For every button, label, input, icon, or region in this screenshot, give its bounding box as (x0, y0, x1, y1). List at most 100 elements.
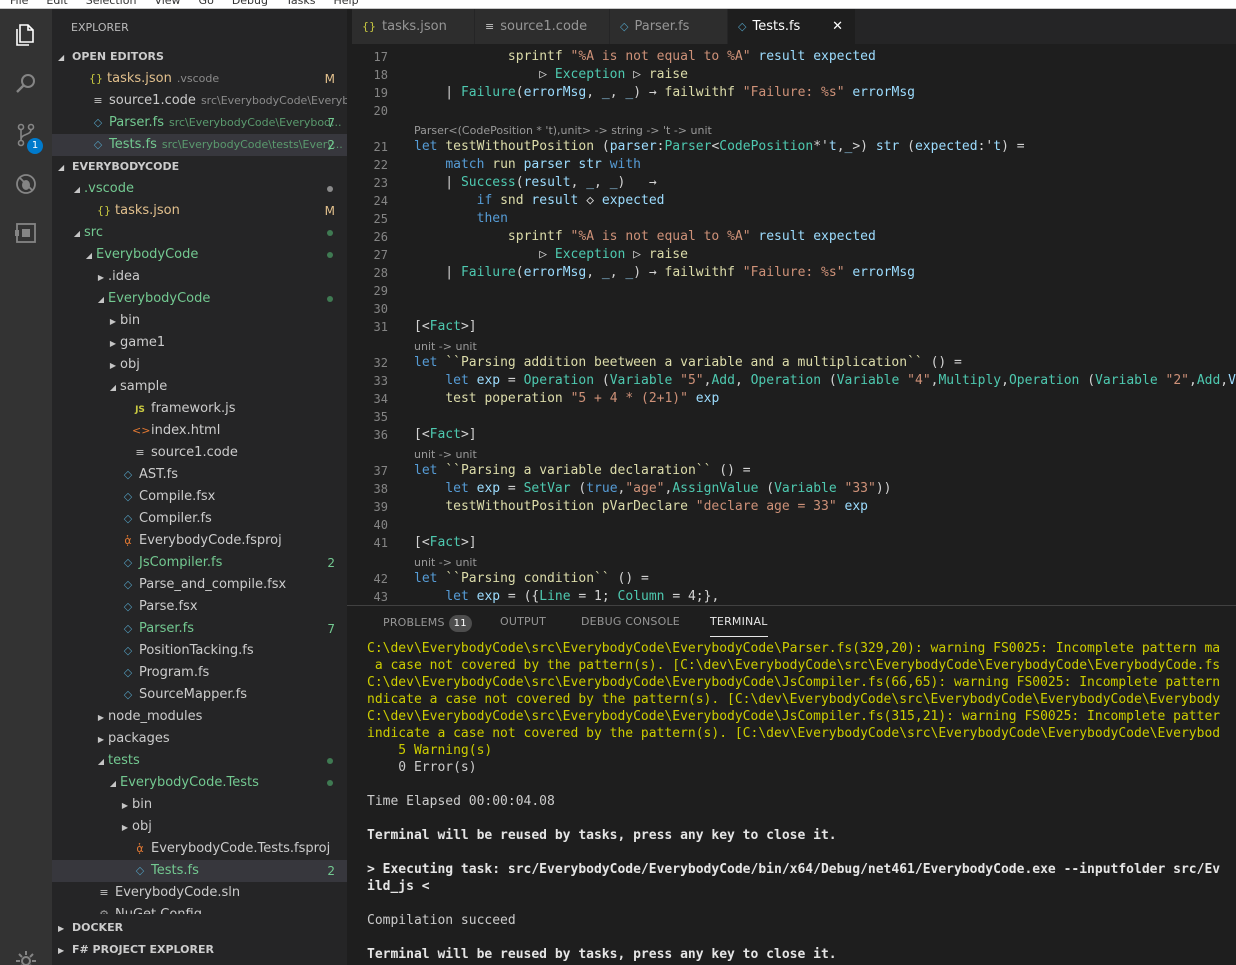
project-header[interactable]: ◢ EVERYBODYCODE (52, 156, 347, 178)
tree-item[interactable]: ▶ packages (52, 728, 347, 750)
panel-tab-debug-console[interactable]: DEBUG CONSOLE (581, 615, 680, 628)
tab-parser-fs[interactable]: ◇ Parser.fs (610, 9, 727, 44)
code-line[interactable]: 26 sprintf "%A is not equal to %A" resul… (352, 228, 1236, 246)
explorer-icon[interactable] (0, 11, 52, 59)
search-icon[interactable] (0, 60, 52, 108)
tree-item[interactable]: ◢ .vscode (52, 178, 347, 200)
tab-source1-code[interactable]: ≡ source1.code (475, 9, 609, 44)
tree-item[interactable]: ▶ .idea (52, 266, 347, 288)
menu-item[interactable]: File (10, 0, 28, 7)
open-editors-header[interactable]: ◢ OPEN EDITORS (52, 46, 347, 68)
tree-item[interactable]: ◇ Program.fs (52, 662, 347, 684)
code-line[interactable]: 22 match run parser str with (352, 156, 1236, 174)
code-line[interactable]: 19 | Failure(errorMsg, _, _) → failwithf… (352, 84, 1236, 102)
source-control-icon[interactable]: 1 (0, 111, 52, 159)
panel-tab-terminal[interactable]: TERMINAL (710, 615, 768, 637)
tree-item[interactable]: ᾁ EverybodyCode.fsproj (52, 530, 347, 552)
code-line[interactable]: 35 (352, 408, 1236, 426)
code-line[interactable]: 42 let ``Parsing condition`` () = (352, 570, 1236, 588)
tree-item[interactable]: ≡ EverybodyCode.sln (52, 882, 347, 904)
panel-tab-problems[interactable]: PROBLEMS 11 (383, 615, 472, 632)
code-line[interactable]: 40 (352, 516, 1236, 534)
menu-item[interactable]: Help (333, 0, 358, 7)
open-editor-item[interactable]: {} tasks.json .vscode M (52, 68, 347, 90)
code-line[interactable]: 20 (352, 102, 1236, 120)
terminal-output[interactable]: C:\dev\EverybodyCode\src\EverybodyCode\E… (367, 640, 1236, 963)
tree-item[interactable]: ◇ SourceMapper.fs (52, 684, 347, 706)
code-line[interactable]: 31 [<Fact>] (352, 318, 1236, 336)
tree-item[interactable]: ▶ obj (52, 816, 347, 838)
close-icon[interactable]: ✕ (832, 9, 843, 44)
tree-item[interactable]: ▶ bin (52, 310, 347, 332)
tree-item[interactable]: ᾁ EverybodyCode.Tests.fsproj (52, 838, 347, 860)
menu-item[interactable]: View (154, 0, 180, 7)
menu-item[interactable]: Debug (232, 0, 268, 7)
tree-item[interactable]: ▶ game1 (52, 332, 347, 354)
panel-tab-output[interactable]: OUTPUT (500, 615, 546, 628)
code-line[interactable]: 18 ▷ Exception ▷ raise (352, 66, 1236, 84)
docker-header[interactable]: ▶ DOCKER (52, 917, 347, 939)
code-line[interactable]: 21 let testWithoutPosition (parser:Parser… (352, 138, 1236, 156)
tree-item[interactable]: ◢ sample (52, 376, 347, 398)
open-editor-item[interactable]: ◇ Parser.fs src\EverybodyCode\Everybod... 7 (52, 112, 347, 134)
tree-item[interactable]: ◢ src (52, 222, 347, 244)
code-token: Line (539, 589, 571, 604)
code-token: "5 + 4 * (2+1)" (570, 391, 688, 406)
menu-item[interactable]: Edit (46, 0, 67, 7)
code-line[interactable]: 36 [<Fact>] (352, 426, 1236, 444)
tree-item[interactable]: ◢ tests (52, 750, 347, 772)
tree-item[interactable]: ◇ Parse.fsx (52, 596, 347, 618)
code-line[interactable]: 24 if snd result ◇ expected (352, 192, 1236, 210)
code-line[interactable]: 30 (352, 300, 1236, 318)
menu-item[interactable]: Go (199, 0, 214, 7)
code-line[interactable]: 41 [<Fact>] (352, 534, 1236, 552)
code-editor[interactable]: then 17 sprintf "%A is not equal to %A" r… (352, 44, 1236, 605)
code-line[interactable]: 27 ▷ Exception ▷ raise (352, 246, 1236, 264)
fsharp-explorer-header[interactable]: ▶ F# PROJECT EXPLORER (52, 939, 347, 961)
tree-item[interactable]: <>index.html (52, 420, 347, 442)
tree-item[interactable]: ◇ JsCompiler.fs 2 (52, 552, 347, 574)
tab-tasks-json[interactable]: {} tasks.json (352, 9, 474, 44)
tree-item[interactable]: ◢ EverybodyCode (52, 288, 347, 310)
tree-item[interactable]: ◇ Parse_and_compile.fsx (52, 574, 347, 596)
code-line[interactable]: 34 test poperation "5 + 4 * (2+1)" exp (352, 390, 1236, 408)
tree-item[interactable]: ◇ Tests.fs 2 (52, 860, 347, 882)
tree-item[interactable]: ▶ obj (52, 354, 347, 376)
tree-item-label: Compile.fsx (139, 489, 216, 504)
open-editor-item[interactable]: ◇ Tests.fs src\EverybodyCode\tests\Every..… (52, 134, 347, 156)
tree-item[interactable]: ◇ Parser.fs 7 (52, 618, 347, 640)
tree-item[interactable]: ≡ source1.code (52, 442, 347, 464)
tree-item[interactable]: ⚙NuGet.Config (52, 904, 347, 914)
code-line[interactable]: 38 let exp = SetVar (true,"age",AssignVa… (352, 480, 1236, 498)
settings-gear-icon[interactable] (0, 937, 52, 965)
tree-item[interactable]: ◇ PositionTacking.fs (52, 640, 347, 662)
code-line[interactable]: 39 testWithoutPosition pVarDeclare "decl… (352, 498, 1236, 516)
code-line[interactable]: 17 sprintf "%A is not equal to %A" resul… (352, 48, 1236, 66)
tree-item[interactable]: ▶ node_modules (52, 706, 347, 728)
open-editor-item[interactable]: ≡ source1.code src\EverybodyCode\Everybod.… (52, 90, 347, 112)
menu-item[interactable]: Selection (86, 0, 137, 7)
code-line[interactable]: 33 let exp = Operation (Variable "5",Add… (352, 372, 1236, 390)
code-line[interactable]: 29 (352, 282, 1236, 300)
chevron-down-icon: ◢ (73, 185, 81, 194)
tab-tests-fs[interactable]: ◇ Tests.fs ✕ (728, 9, 855, 44)
tree-item[interactable]: ◇ Compile.fsx (52, 486, 347, 508)
tree-item[interactable]: ◢ EverybodyCode.Tests (52, 772, 347, 794)
code-line[interactable]: 32 let ``Parsing addition beetween a vari… (352, 354, 1236, 372)
tree-item[interactable]: ◇ Compiler.fs (52, 508, 347, 530)
tree-item[interactable]: JS framework.js (52, 398, 347, 420)
code-line[interactable]: 28 | Failure(errorMsg, _, _) → failwithf… (352, 264, 1236, 282)
debug-icon[interactable] (0, 160, 52, 208)
code-line[interactable]: 25 then (352, 210, 1236, 228)
tree-item[interactable]: ◇ AST.fs (52, 464, 347, 486)
code-token: failwithf (664, 85, 735, 100)
tree-item[interactable]: ▶ bin (52, 794, 347, 816)
code-line[interactable]: 43 let exp = ({Line = 1; Column = 4;}, (352, 588, 1236, 605)
menu-item[interactable]: Tasks (286, 0, 315, 7)
code-line[interactable]: 37 let ``Parsing a variable declaration``… (352, 462, 1236, 480)
code-line[interactable]: 23 | Success(result, _, _) → (352, 174, 1236, 192)
extensions-icon[interactable] (0, 209, 52, 257)
tree-item[interactable]: ◢ EverybodyCode (52, 244, 347, 266)
tree-item[interactable]: {} tasks.json M (52, 200, 347, 222)
